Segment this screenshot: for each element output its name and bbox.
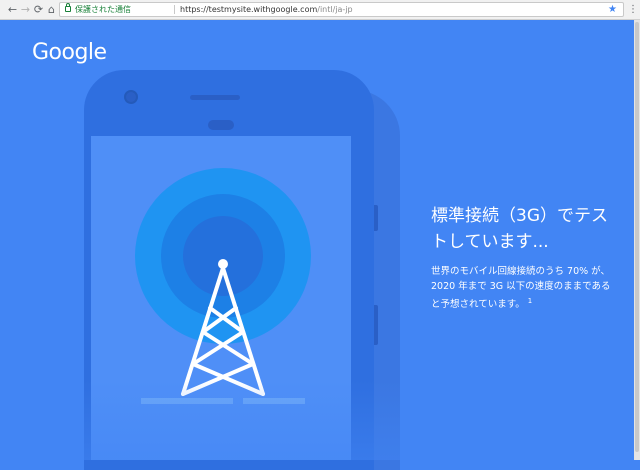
home-button[interactable]: ⌂	[45, 3, 58, 16]
secure-connection-label[interactable]: 保護された通信	[75, 3, 131, 16]
forward-button[interactable]: →	[19, 3, 32, 16]
footnote-link[interactable]: 1	[528, 297, 532, 305]
lock-icon	[65, 3, 71, 12]
browser-toolbar: ← → ⟳ ⌂ 保護された通信 https://testmysite.withg…	[0, 0, 640, 20]
reload-button[interactable]: ⟳	[32, 3, 45, 16]
test-status-heading: 標準接続（3G）でテストしています...	[431, 206, 608, 252]
signal-ring-inner	[183, 216, 263, 296]
phone-speaker-top	[190, 95, 240, 100]
url-text[interactable]: https://testmysite.withgoogle.com/intl/j…	[180, 3, 353, 16]
description-text: 世界のモバイル回線接続のうち 70% が、2020 年まで 3G 以下の速度のま…	[431, 264, 611, 312]
phone-side-button	[374, 305, 378, 345]
browser-menu-button[interactable]: ⋮	[628, 3, 638, 16]
back-button[interactable]: ←	[6, 3, 19, 16]
description-body: 世界のモバイル回線接続のうち 70% が、2020 年まで 3G 以下の速度のま…	[431, 266, 611, 311]
phone-camera	[124, 90, 138, 104]
url-path: /intl/ja-jp	[317, 5, 353, 14]
phone-side-button	[374, 205, 378, 231]
phone-speaker	[208, 120, 234, 130]
address-bar[interactable]: 保護された通信 https://testmysite.withgoogle.co…	[59, 2, 624, 17]
url-host: https://testmysite.withgoogle.com	[180, 5, 318, 14]
google-logo: Google	[32, 40, 107, 65]
scrollbar-thumb[interactable]	[635, 22, 639, 452]
address-separator	[174, 5, 175, 14]
bottom-fade	[0, 380, 640, 460]
bookmark-star-icon[interactable]: ★	[608, 3, 617, 16]
tower-antenna-tip	[218, 259, 228, 269]
